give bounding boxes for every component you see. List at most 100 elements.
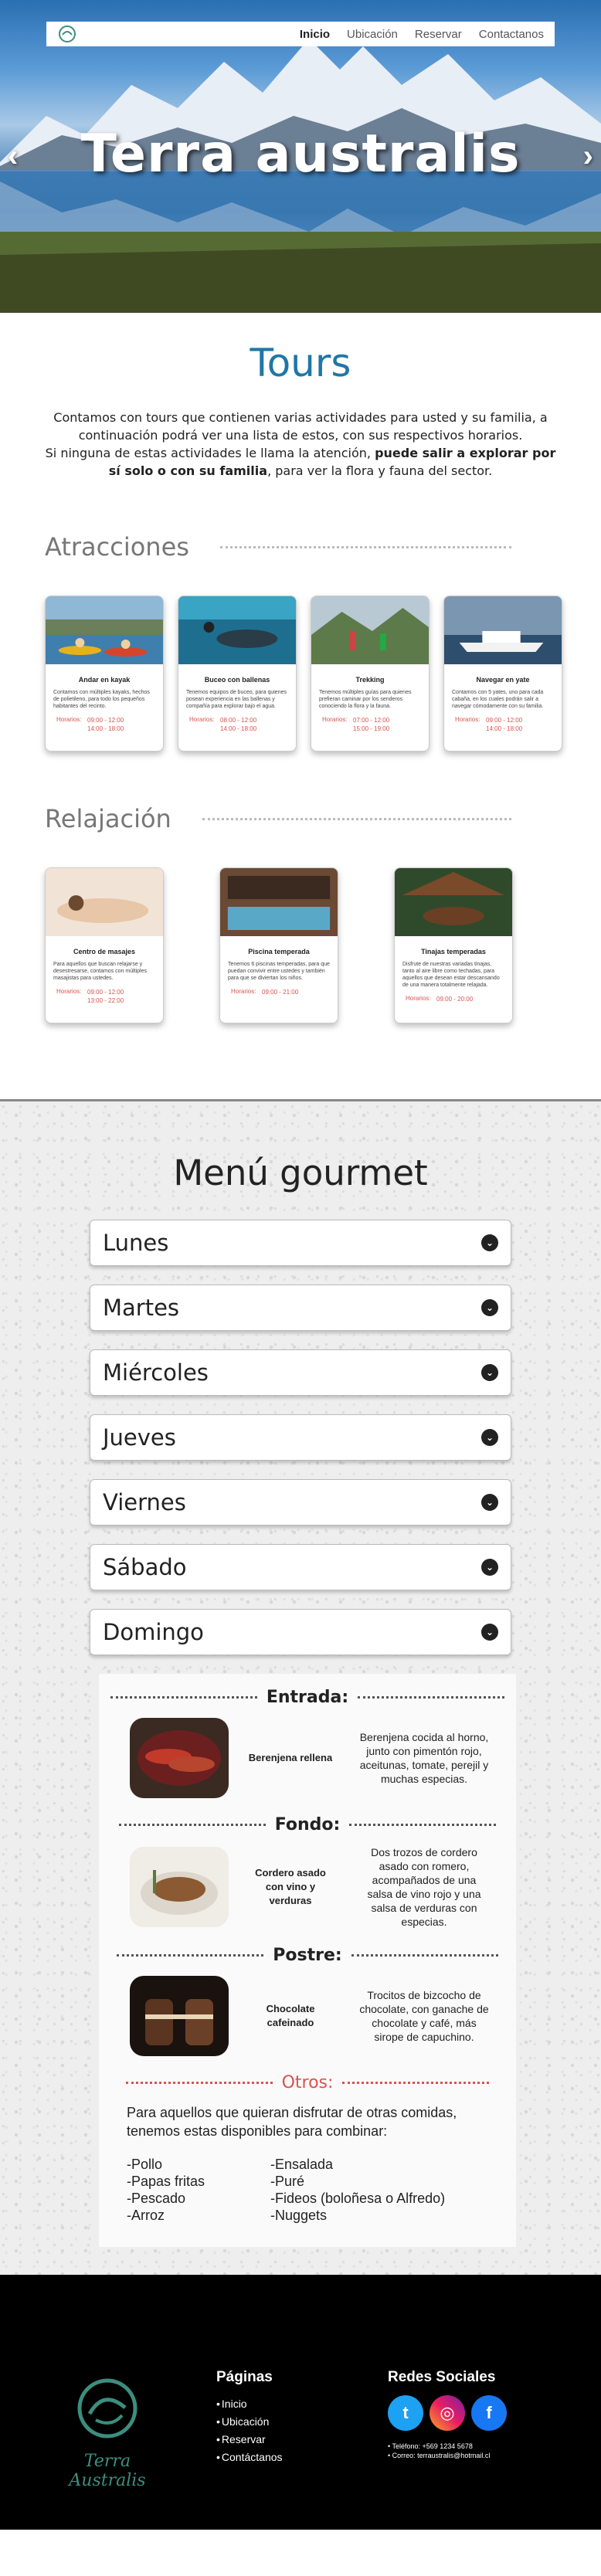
day-accordion-miercoles[interactable]: Miércoles ⌄: [90, 1349, 511, 1396]
card-title: Navegar en yate: [476, 676, 530, 684]
tours-intro-text-3: , para ver la flora y fauna del sector.: [267, 463, 493, 478]
carousel-next-arrow-icon[interactable]: ›: [583, 139, 593, 174]
hot-tub-image: [395, 868, 512, 936]
day-accordion-sabado[interactable]: Sábado ⌄: [90, 1544, 511, 1590]
day-accordion-lunes[interactable]: Lunes ⌄: [90, 1220, 511, 1266]
nav-link-ubicacion[interactable]: Ubicación: [347, 28, 398, 41]
dish-desc: Trocitos de bizcocho de chocolate, con g…: [359, 1989, 489, 2043]
card-title: Trekking: [355, 676, 385, 684]
twitter-icon[interactable]: t: [388, 2395, 423, 2431]
chevron-down-icon[interactable]: ⌄: [481, 1299, 498, 1316]
hours-value: 07:00 - 12:00: [353, 717, 390, 724]
attraction-card-yate[interactable]: Navegar en yate Contamos con 5 yates, un…: [443, 596, 562, 752]
dish-desc: Berenjena cocida al horno, junto con pim…: [359, 1731, 489, 1785]
others-item: -Puré: [270, 2174, 305, 2189]
hours-value: 09:00 - 12:00: [486, 717, 523, 724]
pool-image: [220, 868, 338, 936]
attraction-card-buceo[interactable]: Buceo con ballenas Tenemos equipos de bu…: [178, 596, 297, 752]
relax-card-masajes[interactable]: Centro de masajes Para aquellos que busc…: [45, 867, 164, 1023]
chevron-down-icon[interactable]: ⌄: [481, 1364, 498, 1381]
hours-value: 08:00 - 12:00: [220, 717, 257, 724]
footer-pages-title: Páginas: [216, 2369, 273, 2385]
top-navbar: Inicio Ubicación Reservar Contactanos: [46, 22, 555, 46]
massage-image: [46, 868, 163, 936]
diving-image: [178, 596, 296, 664]
eggplant-dish-image: [130, 1718, 229, 1798]
day-accordion-viernes[interactable]: Viernes ⌄: [90, 1479, 511, 1526]
card-desc: Tenemos múltiples guías para quienes pre…: [319, 690, 412, 709]
day-accordion-martes[interactable]: Martes ⌄: [90, 1285, 511, 1331]
day-label: Miércoles: [103, 1359, 209, 1386]
chevron-down-icon[interactable]: ⌄: [481, 1559, 498, 1576]
nav-link-contactanos[interactable]: Contactanos: [479, 28, 544, 41]
site-logo-icon[interactable]: [57, 24, 77, 44]
footer-logo[interactable]: Terra Australis: [49, 2374, 165, 2490]
chevron-down-icon[interactable]: ⌄: [481, 1624, 498, 1641]
footer-link-inicio[interactable]: Inicio: [216, 2395, 283, 2413]
course-label: Entrada:: [266, 1688, 349, 1707]
footer-pages: Páginas Inicio Ubicación Reservar Contác…: [216, 2369, 283, 2466]
nav-link-inicio[interactable]: Inicio: [300, 28, 330, 41]
hours-value: 09:00 - 20:00: [436, 996, 474, 1003]
relax-card-piscina[interactable]: Piscina temperada Tenemos 6 piscinas tem…: [219, 867, 338, 1023]
dish-desc: Dos trozos de cordero asado con romero, …: [367, 1846, 481, 1928]
card-desc: Contamos con 5 yates, uno para cada caba…: [452, 690, 544, 709]
lamb-dish-image: [130, 1847, 229, 1927]
dotted-divider: [219, 545, 511, 548]
menu-title: Menú gourmet: [173, 1152, 428, 1193]
card-title: Andar en kayak: [78, 676, 131, 684]
hero-title: Terra australis: [80, 124, 521, 185]
card-title: Centro de masajes: [73, 948, 136, 955]
attraction-card-kayak[interactable]: Andar en kayak Contamos con múltiples ka…: [45, 596, 164, 752]
hours-label: Horarios:: [189, 716, 215, 723]
hours-value: 09:00 - 12:00: [87, 989, 124, 996]
day-accordion-jueves[interactable]: Jueves ⌄: [90, 1414, 511, 1461]
card-title: Piscina temperada: [248, 948, 310, 955]
day-label: Sábado: [103, 1554, 187, 1580]
domingo-menu-panel: Entrada: Berenjena rellena Berenjena coc…: [99, 1674, 516, 2247]
chevron-down-icon[interactable]: ⌄: [481, 1234, 498, 1251]
day-label: Viernes: [103, 1489, 186, 1515]
instagram-icon[interactable]: ◎: [430, 2395, 465, 2431]
attractions-cards: Andar en kayak Contamos con múltiples ka…: [45, 596, 601, 752]
card-desc: Contamos con múltiples kayaks, hechos de…: [53, 690, 150, 709]
chevron-down-icon[interactable]: ⌄: [481, 1429, 498, 1446]
relax-cards: Centro de masajes Para aquellos que busc…: [45, 867, 601, 1023]
others-text: Para aquellos que quieran disfrutar de o…: [127, 2105, 457, 2139]
card-desc: Disfrute de nuestras variadas tinajas, t…: [402, 962, 500, 988]
tours-intro-text-2: Si ninguna de estas actividades le llama…: [45, 446, 375, 460]
card-title: Buceo con ballenas: [204, 676, 270, 684]
chevron-down-icon[interactable]: ⌄: [481, 1494, 498, 1511]
kayak-image: [46, 596, 163, 664]
attractions-header: Atracciones: [45, 532, 511, 562]
relax-header: Relajación: [45, 804, 511, 833]
dish-name: Cordero asado con vino y verduras: [255, 1867, 326, 1906]
facebook-icon[interactable]: f: [471, 2395, 507, 2431]
course-header-entrada: Entrada:: [107, 1688, 508, 1707]
attraction-card-trekking[interactable]: Trekking Tenemos múltiples guías para qu…: [311, 596, 430, 752]
card-title: Tinajas temperadas: [421, 948, 486, 955]
footer-social-title: Redes Sociales: [388, 2369, 496, 2385]
hours-value: 14:00 - 18:00: [486, 725, 523, 732]
footer-email: • Correo: terraustralis@hotmail.cl: [388, 2452, 491, 2459]
course-header-postre: Postre:: [107, 1946, 508, 1965]
hours-label: Horarios:: [406, 995, 431, 1002]
nav-link-reservar[interactable]: Reservar: [415, 28, 462, 41]
hours-value: 09:00 - 21:00: [262, 989, 299, 996]
others-item: -Papas fritas: [127, 2174, 205, 2189]
hours-value: 09:00 - 12:00: [87, 717, 124, 724]
tours-intro: Contamos con tours que contienen varias …: [45, 409, 556, 480]
dish-row: Chocolate cafeinado Trocitos de bizcocho…: [107, 1976, 508, 2056]
footer-link-ubicacion[interactable]: Ubicación: [216, 2413, 283, 2431]
tours-intro-text-1: Contamos con tours que contienen varias …: [53, 410, 548, 443]
relax-heading: Relajación: [45, 804, 171, 833]
footer-link-reservar[interactable]: Reservar: [216, 2431, 283, 2449]
others-item: -Ensalada: [270, 2157, 334, 2172]
course-label: Otros:: [281, 2073, 334, 2092]
footer-link-contactanos[interactable]: Contáctanos: [216, 2449, 283, 2466]
relax-card-tinajas[interactable]: Tinajas temperadas Disfrute de nuestras …: [394, 867, 513, 1023]
yacht-image: [444, 596, 562, 664]
day-accordion-domingo[interactable]: Domingo ⌄: [90, 1609, 511, 1655]
hours-value: 13:00 - 22:00: [87, 997, 124, 1004]
hours-value: 15:00 - 19:00: [353, 725, 390, 732]
